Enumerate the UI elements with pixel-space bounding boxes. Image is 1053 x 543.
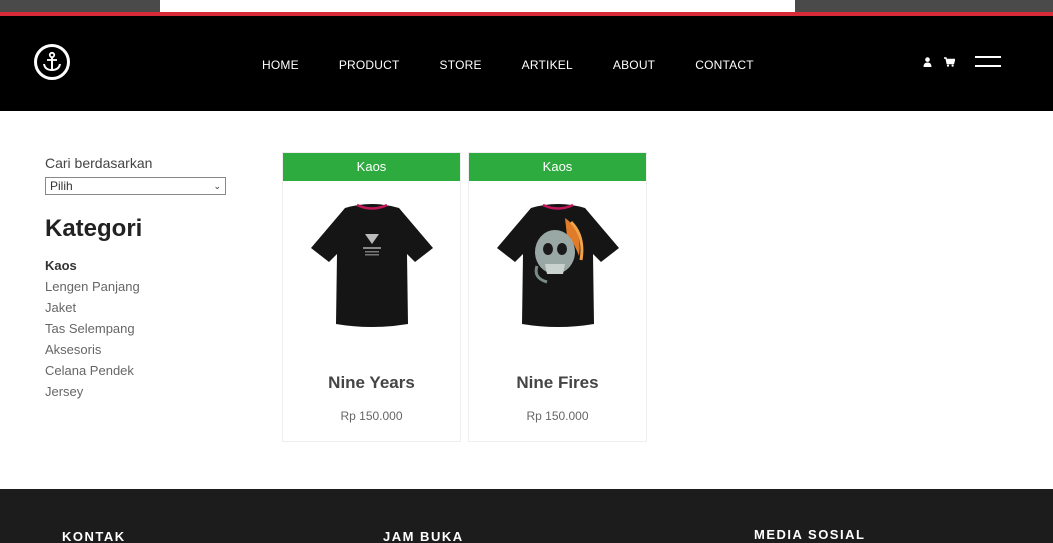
nav-contact[interactable]: CONTACT [695, 58, 754, 72]
category-list: Kaos Lengen Panjang Jaket Tas Selempang … [45, 255, 230, 402]
category-aksesoris[interactable]: Aksesoris [45, 339, 230, 360]
product-card[interactable]: Kaos Nine Fires Rp 150.000 [468, 152, 647, 442]
browser-top-strip [0, 0, 1053, 12]
nav-store[interactable]: STORE [440, 58, 482, 72]
product-price: Rp 150.000 [526, 409, 589, 423]
product-name[interactable]: Nine Years [283, 373, 460, 393]
nav-home[interactable]: HOME [262, 58, 299, 72]
anchor-logo-icon[interactable] [34, 44, 70, 80]
site-footer: KONTAK JAM BUKA MEDIA SOSIAL [0, 489, 1053, 543]
main-nav: HOME PRODUCT STORE ARTIKEL ABOUT CONTACT [262, 58, 754, 72]
nav-about[interactable]: ABOUT [613, 58, 655, 72]
category-lengen-panjang[interactable]: Lengen Panjang [45, 276, 230, 297]
category-tas-selempang[interactable]: Tas Selempang [45, 318, 230, 339]
chevron-down-icon: ⌄ [213, 180, 221, 191]
site-header: HOME PRODUCT STORE ARTIKEL ABOUT CONTACT [0, 16, 1053, 111]
category-celana-pendek[interactable]: Celana Pendek [45, 360, 230, 381]
footer-heading-media-sosial: MEDIA SOSIAL [754, 527, 866, 542]
nav-product[interactable]: PRODUCT [339, 58, 400, 72]
product-price: Rp 150.000 [340, 409, 403, 423]
category-jersey[interactable]: Jersey [45, 381, 230, 402]
footer-heading-kontak: KONTAK [62, 529, 126, 543]
category-title: Kategori [45, 215, 143, 242]
top-strip-dark-left [0, 0, 160, 12]
product-image[interactable] [283, 181, 460, 351]
cart-icon[interactable] [944, 56, 955, 67]
product-image[interactable] [469, 181, 646, 351]
category-kaos[interactable]: Kaos [45, 255, 230, 276]
product-name[interactable]: Nine Fires [469, 373, 646, 393]
header-icons [911, 56, 1001, 67]
product-card[interactable]: Kaos Nine Years Rp 150.000 [282, 152, 461, 442]
nav-artikel[interactable]: ARTIKEL [522, 58, 573, 72]
search-label: Cari berdasarkan [45, 155, 153, 171]
footer-heading-jam-buka: JAM BUKA [383, 529, 464, 543]
product-tag: Kaos [283, 153, 460, 181]
category-jaket[interactable]: Jaket [45, 297, 230, 318]
filter-select[interactable]: Pilih ⌄ [45, 177, 226, 195]
top-strip-dark-right [795, 0, 1053, 12]
menu-icon[interactable] [975, 56, 1001, 67]
user-icon[interactable] [923, 56, 932, 67]
filter-select-value: Pilih [50, 179, 73, 193]
product-tag: Kaos [469, 153, 646, 181]
filter-sidebar: Cari berdasarkan Pilih ⌄ Kategori Kaos L… [45, 155, 230, 402]
